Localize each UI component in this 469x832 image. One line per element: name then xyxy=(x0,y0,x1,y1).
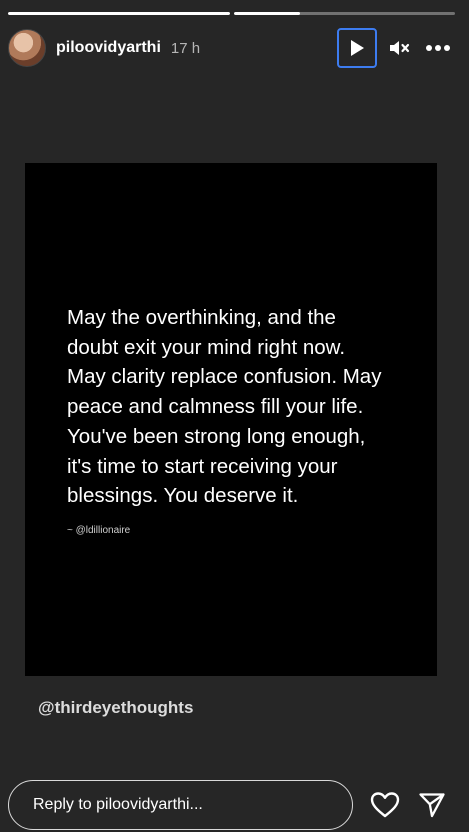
send-icon xyxy=(419,793,445,818)
quote-text: May the overthinking, and the doubt exit… xyxy=(67,305,382,508)
progress-segment-fill xyxy=(233,12,300,15)
progress-segment xyxy=(8,12,230,15)
more-options-icon xyxy=(426,45,450,51)
play-button[interactable] xyxy=(337,28,377,68)
like-button[interactable] xyxy=(368,788,402,822)
play-icon xyxy=(351,40,364,56)
muted-speaker-icon xyxy=(390,41,410,55)
progress-segment-fill xyxy=(8,12,230,15)
share-button[interactable] xyxy=(415,788,449,822)
heart-icon xyxy=(370,792,400,818)
username[interactable]: piloovidyarthi xyxy=(56,39,161,57)
story-progress-bar xyxy=(8,12,455,15)
progress-segment xyxy=(233,12,455,15)
reply-placeholder: Reply to piloovidyarthi... xyxy=(33,796,203,813)
mute-button[interactable] xyxy=(383,31,417,65)
timestamp: 17 h xyxy=(170,39,201,57)
reply-input[interactable]: Reply to piloovidyarthi... xyxy=(8,780,353,830)
more-options-button[interactable] xyxy=(421,31,455,65)
mention-sticker[interactable]: @thirdeyethoughts xyxy=(38,698,193,718)
avatar[interactable] xyxy=(8,29,46,67)
story-header: piloovidyarthi 17 h xyxy=(8,28,455,68)
story-image-card: May the overthinking, and the doubt exit… xyxy=(25,163,437,676)
quote-attribution: ~ @ldillionaire xyxy=(67,525,131,537)
